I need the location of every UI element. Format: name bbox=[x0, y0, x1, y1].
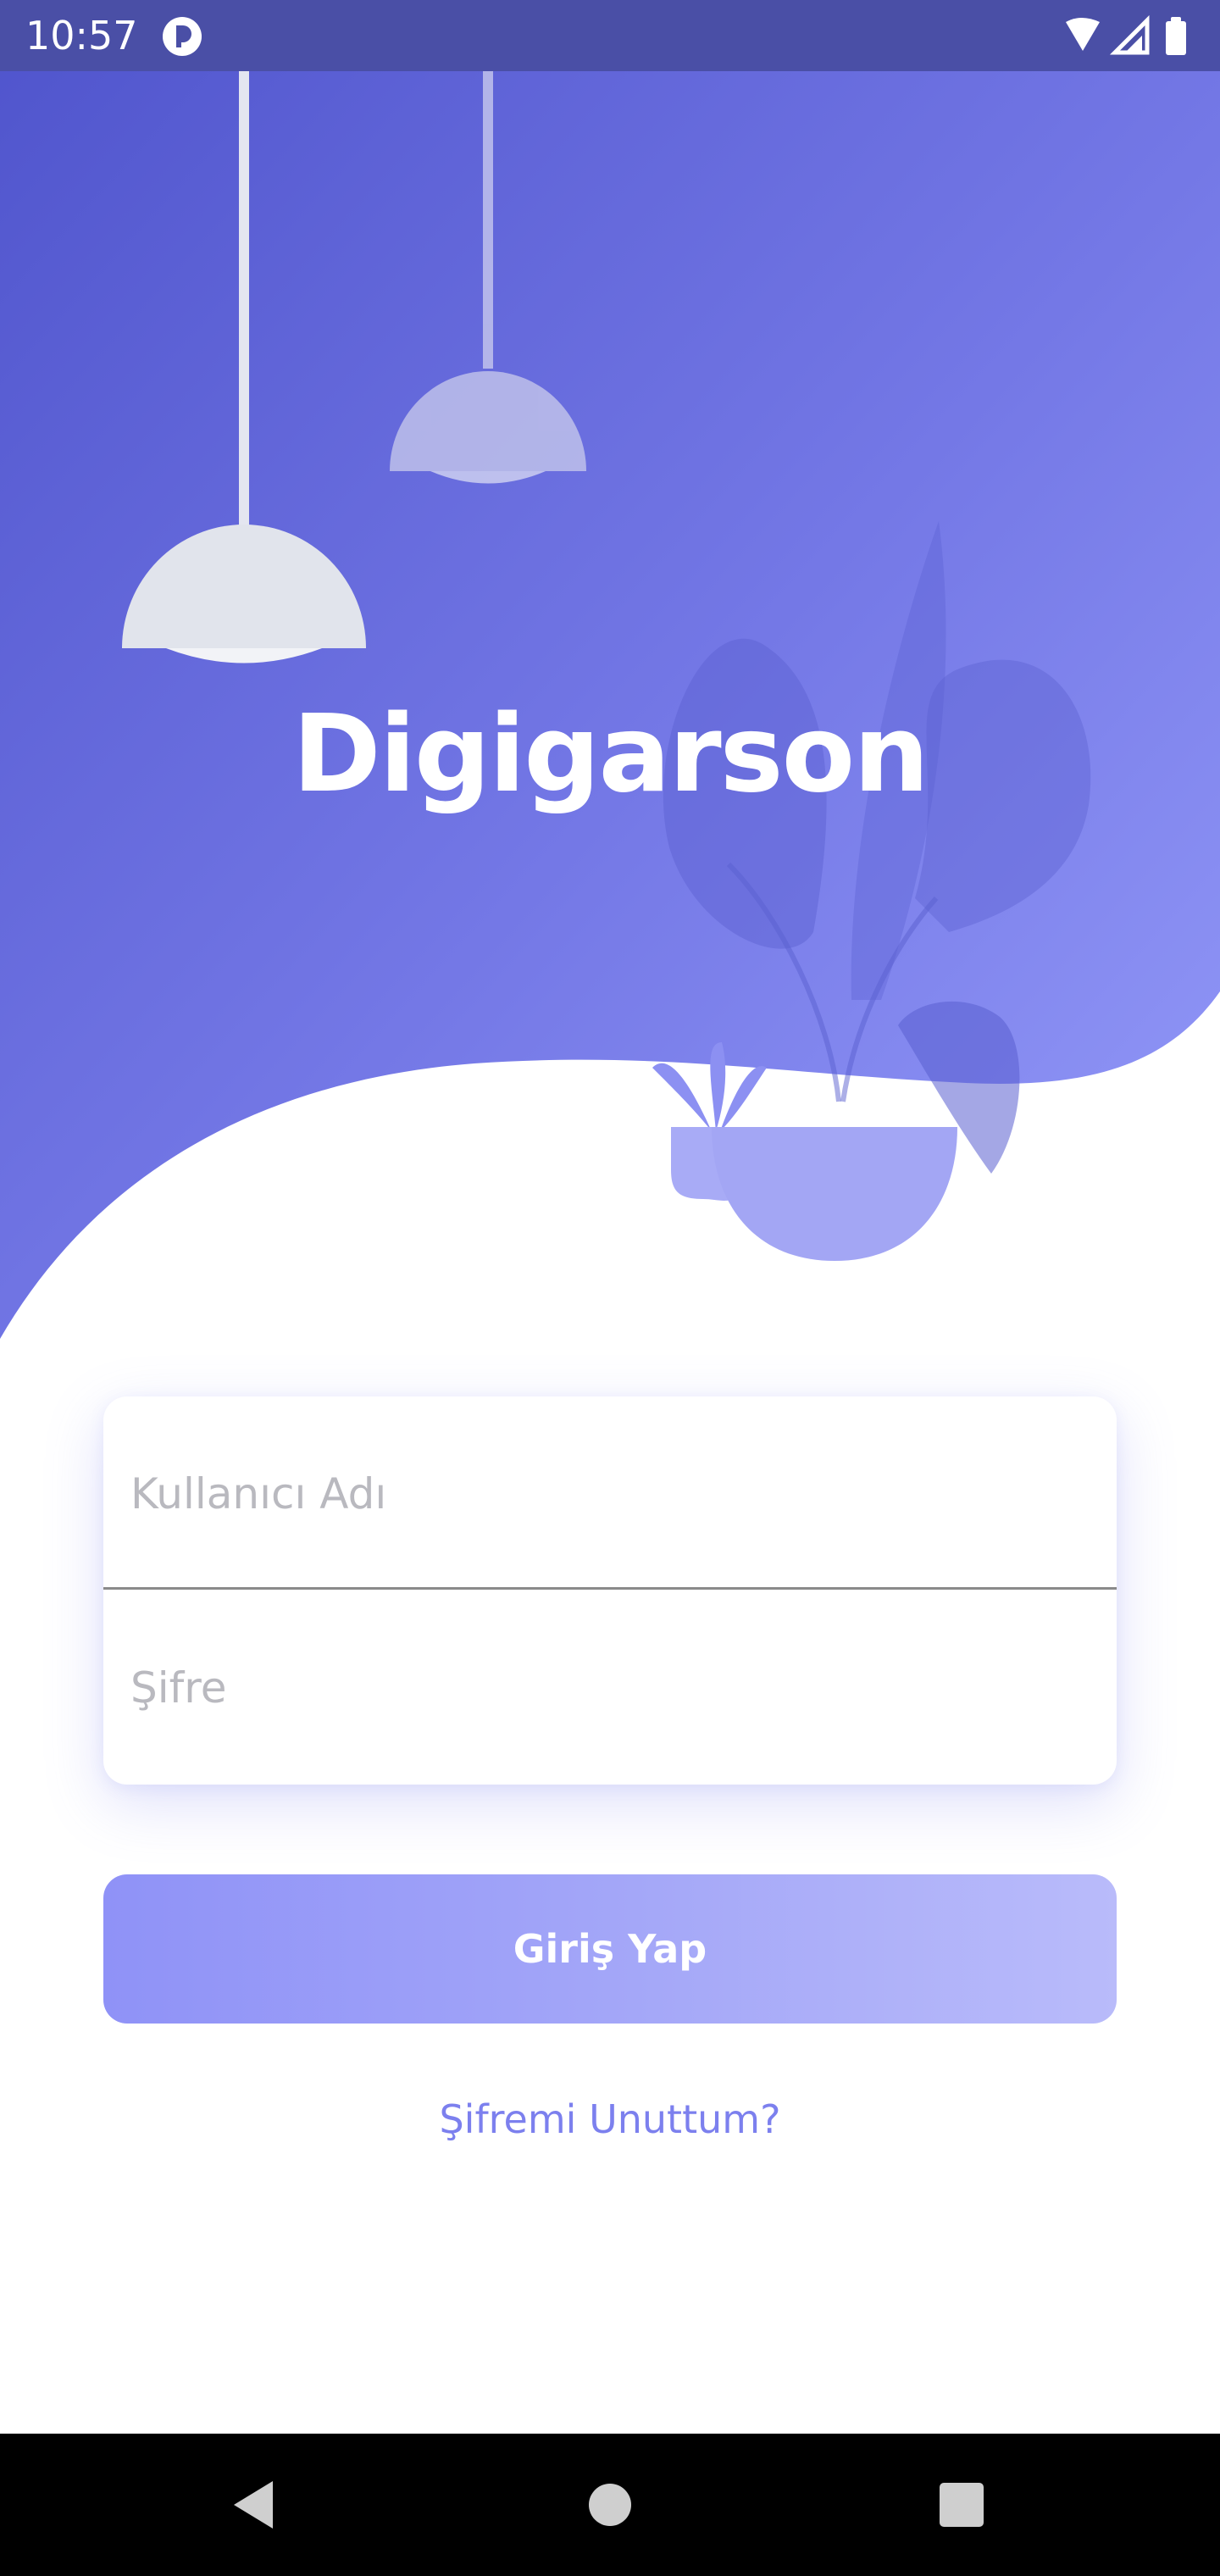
cell-signal-icon bbox=[1109, 15, 1150, 55]
navigation-bar bbox=[0, 2434, 1220, 2576]
wifi-icon bbox=[1066, 18, 1100, 51]
status-time: 10:57 bbox=[25, 13, 138, 58]
home-circle-icon[interactable] bbox=[576, 2471, 644, 2539]
forgot-password-link[interactable]: Şifremi Unuttum? bbox=[0, 2090, 1220, 2149]
app-title: Digigarson bbox=[292, 691, 929, 816]
password-input[interactable] bbox=[130, 1641, 1088, 1735]
password-field bbox=[103, 1591, 1117, 1784]
app-notification-icon bbox=[163, 17, 202, 56]
recents-square-icon[interactable] bbox=[928, 2471, 995, 2539]
status-bar: 10:57 bbox=[0, 0, 1220, 71]
username-input[interactable] bbox=[130, 1447, 1088, 1541]
login-button[interactable]: Giriş Yap bbox=[103, 1874, 1117, 2024]
battery-icon bbox=[1166, 17, 1186, 55]
username-field bbox=[103, 1396, 1117, 1590]
status-icons bbox=[1066, 15, 1186, 55]
back-triangle-icon[interactable] bbox=[220, 2471, 288, 2539]
login-form bbox=[103, 1396, 1117, 1785]
